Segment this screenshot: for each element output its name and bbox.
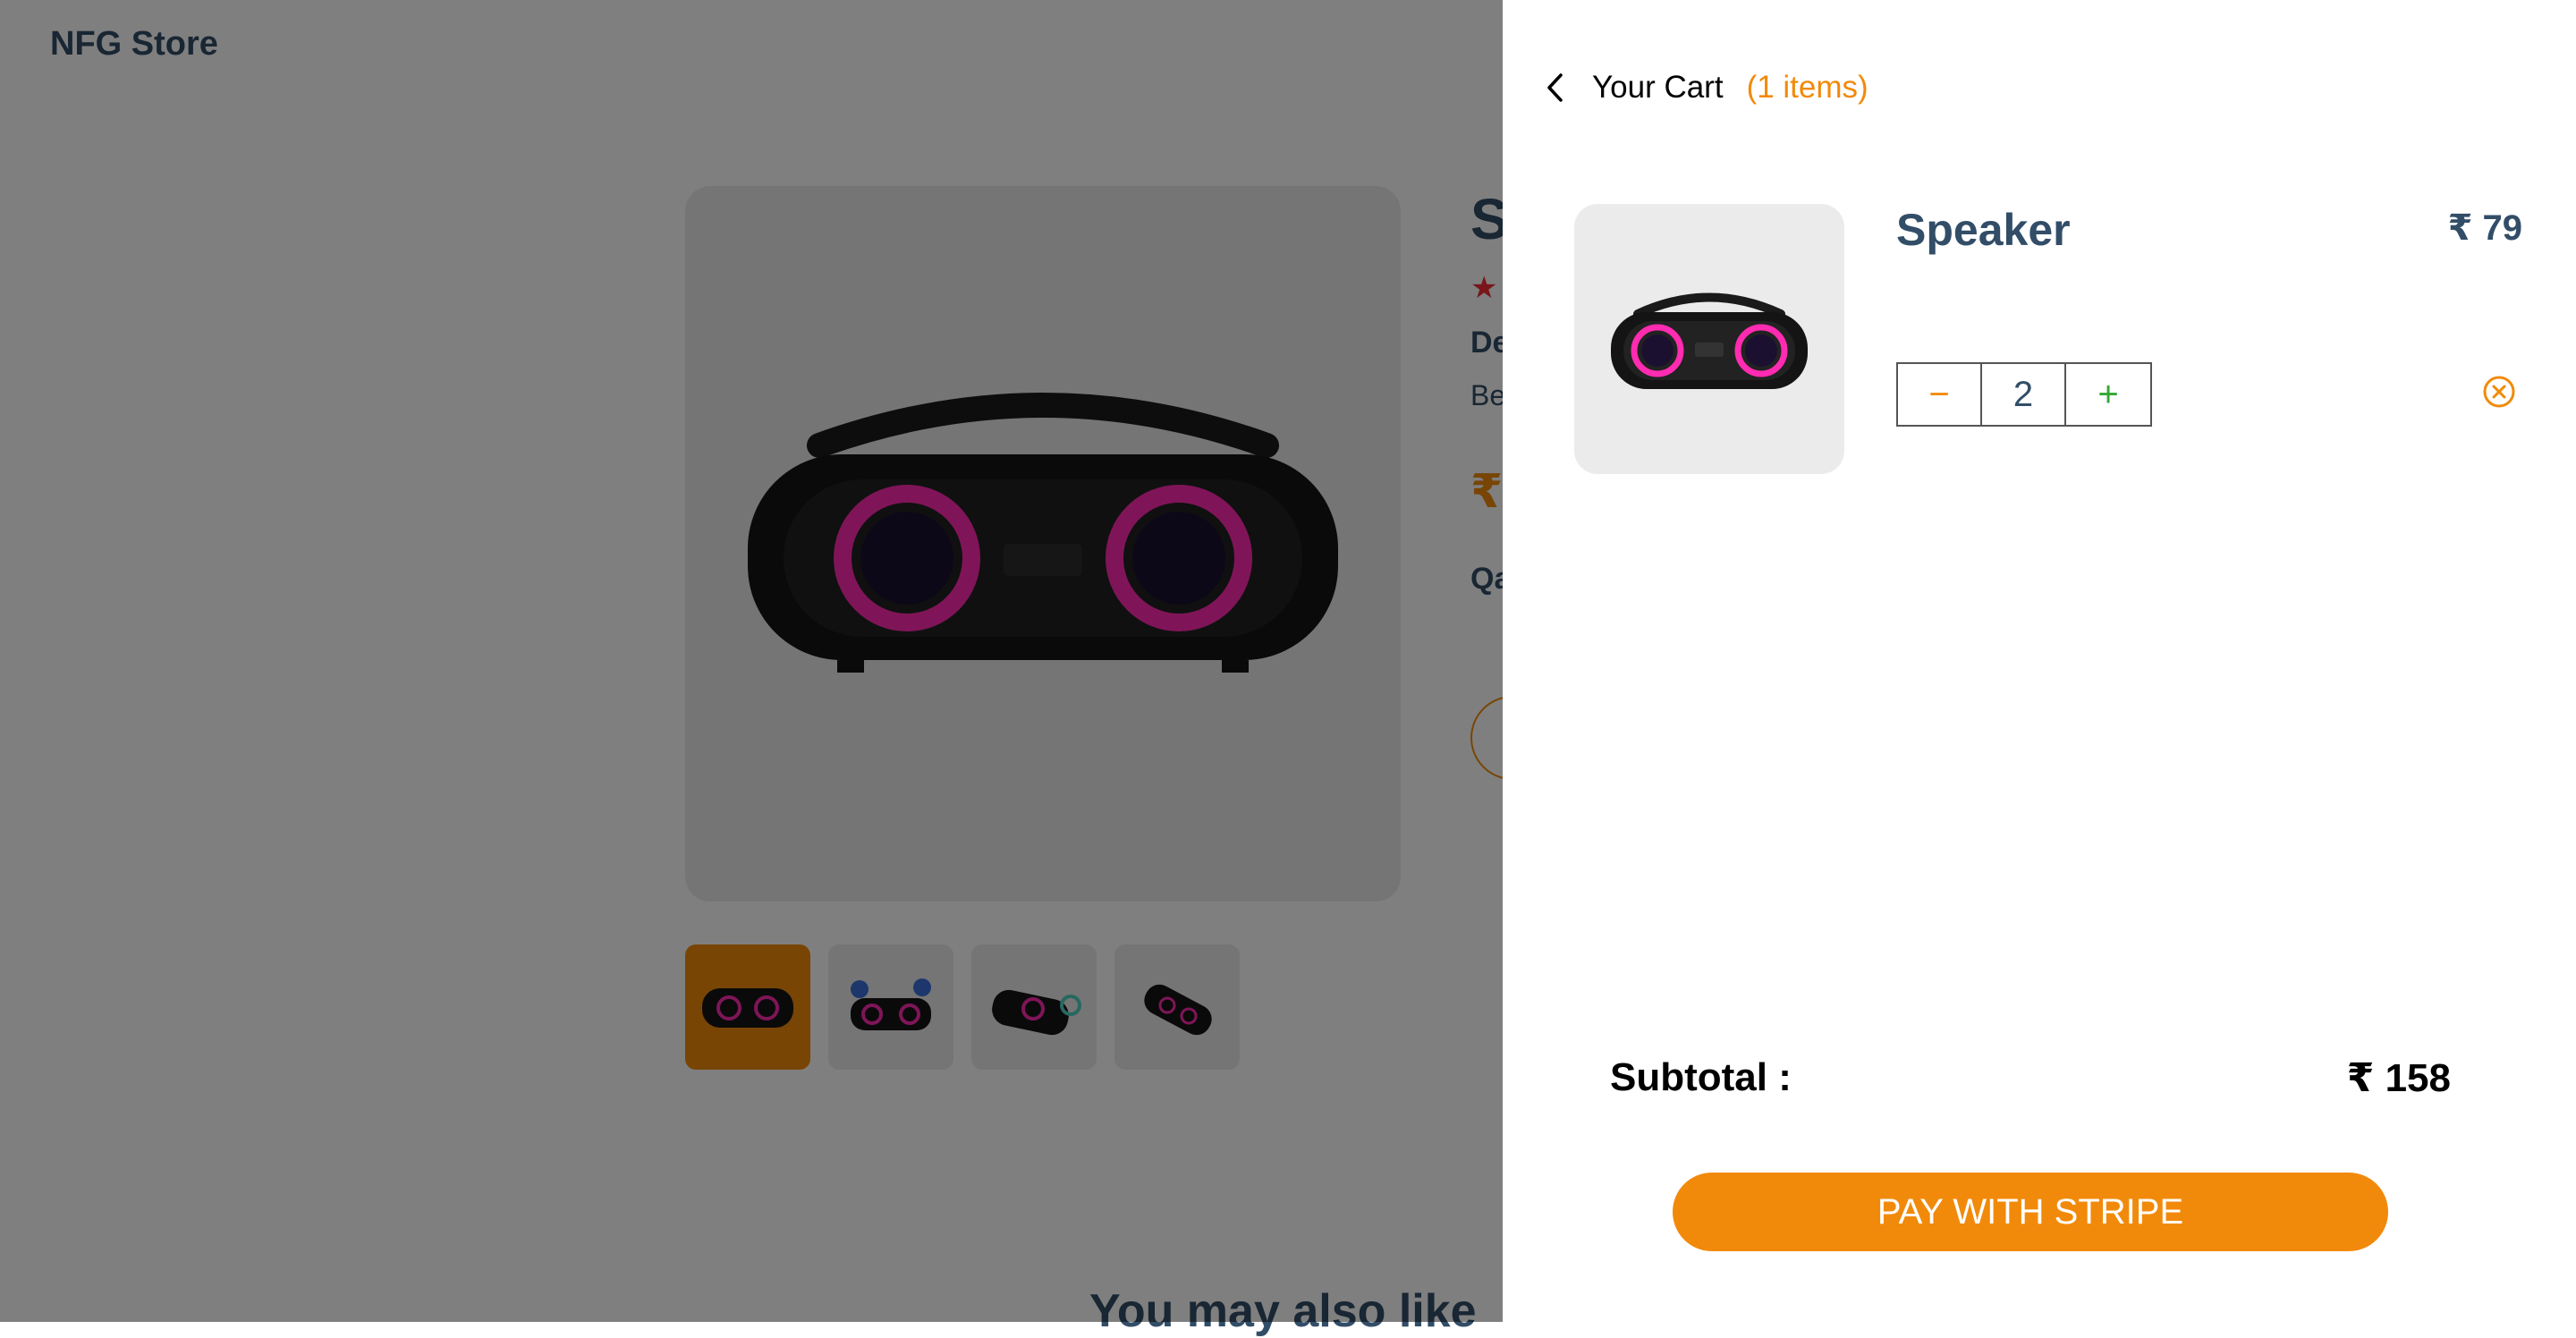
quantity-value: 2 — [1982, 364, 2066, 425]
speaker-icon — [1611, 292, 1808, 389]
decrease-quantity-button[interactable]: − — [1898, 364, 1982, 425]
close-circle-icon — [2483, 376, 2515, 408]
cart-item-price: ₹ 79 — [2447, 208, 2522, 248]
cart-item-name: Speaker — [1896, 205, 2071, 255]
cart-heading-button[interactable]: Your Cart (1 items) — [1542, 66, 1868, 109]
subtotal-label: Subtotal : — [1610, 1055, 1792, 1099]
cart-item-count: (1 items) — [1746, 70, 1868, 105]
cart-drawer: Your Cart (1 items) Speaker ₹ 79 − 2 + S… — [1503, 0, 2576, 1322]
pay-with-stripe-button[interactable]: PAY WITH STRIPE — [1673, 1173, 2388, 1251]
cart-heading: Your Cart — [1592, 70, 1724, 105]
quantity-stepper: − 2 + — [1896, 362, 2152, 427]
increase-quantity-button[interactable]: + — [2066, 364, 2150, 425]
remove-item-button[interactable] — [2481, 374, 2517, 410]
subtotal-value: ₹ 158 — [2346, 1056, 2451, 1100]
chevron-left-icon[interactable] — [1542, 70, 1567, 106]
cart-item-image — [1574, 204, 1844, 474]
